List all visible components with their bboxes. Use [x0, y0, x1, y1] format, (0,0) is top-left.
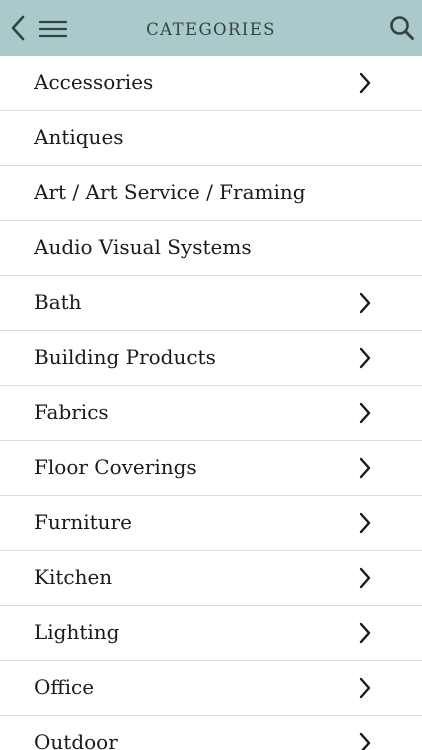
- hamburger-menu-icon: [39, 20, 67, 38]
- search-button[interactable]: [388, 14, 416, 42]
- chevron-right-icon: [359, 512, 371, 534]
- list-item-art-service-framing[interactable]: Art / Art Service / Framing: [0, 166, 422, 221]
- chevron-right-icon: [359, 402, 371, 424]
- list-item-lighting[interactable]: Lighting: [0, 606, 422, 661]
- list-item-label: Audio Visual Systems: [34, 235, 252, 259]
- list-item-kitchen[interactable]: Kitchen: [0, 551, 422, 606]
- list-item-furniture[interactable]: Furniture: [0, 496, 422, 551]
- chevron-right-icon: [359, 347, 371, 369]
- list-item-building-products[interactable]: Building Products: [0, 331, 422, 386]
- list-item-floor-coverings[interactable]: Floor Coverings: [0, 441, 422, 496]
- list-item-label: Accessories: [34, 70, 154, 94]
- list-item-label: Bath: [34, 290, 82, 314]
- list-item-label: Antiques: [34, 125, 124, 149]
- menu-button[interactable]: [38, 17, 68, 41]
- chevron-right-icon: [359, 732, 371, 750]
- list-item-label: Building Products: [34, 345, 216, 369]
- list-item-label: Fabrics: [34, 400, 109, 424]
- list-item-label: Floor Coverings: [34, 455, 197, 479]
- list-item-label: Outdoor: [34, 730, 118, 750]
- list-item-label: Lighting: [34, 620, 120, 644]
- chevron-left-icon: [11, 15, 25, 41]
- list-item-bath[interactable]: Bath: [0, 276, 422, 331]
- chevron-right-icon: [359, 622, 371, 644]
- header-bar: CATEGORIES: [0, 0, 422, 56]
- chevron-right-icon: [359, 72, 371, 94]
- categories-screen: CATEGORIES Accessories Antiques Art / Ar…: [0, 0, 422, 750]
- list-item-accessories[interactable]: Accessories: [0, 56, 422, 111]
- search-icon: [390, 16, 414, 40]
- chevron-right-icon: [359, 457, 371, 479]
- chevron-right-icon: [359, 677, 371, 699]
- list-item-label: Office: [34, 675, 95, 699]
- list-item-label: Furniture: [34, 510, 132, 534]
- list-item-label: Kitchen: [34, 565, 113, 589]
- chevron-right-icon: [359, 567, 371, 589]
- list-item-antiques[interactable]: Antiques: [0, 111, 422, 166]
- list-item-office[interactable]: Office: [0, 661, 422, 716]
- category-list: Accessories Antiques Art / Art Service /…: [0, 56, 422, 750]
- chevron-right-icon: [359, 292, 371, 314]
- back-button[interactable]: [6, 13, 30, 43]
- list-item-label: Art / Art Service / Framing: [34, 180, 306, 204]
- list-item-outdoor[interactable]: Outdoor: [0, 716, 422, 750]
- list-item-audio-visual-systems[interactable]: Audio Visual Systems: [0, 221, 422, 276]
- list-item-fabrics[interactable]: Fabrics: [0, 386, 422, 441]
